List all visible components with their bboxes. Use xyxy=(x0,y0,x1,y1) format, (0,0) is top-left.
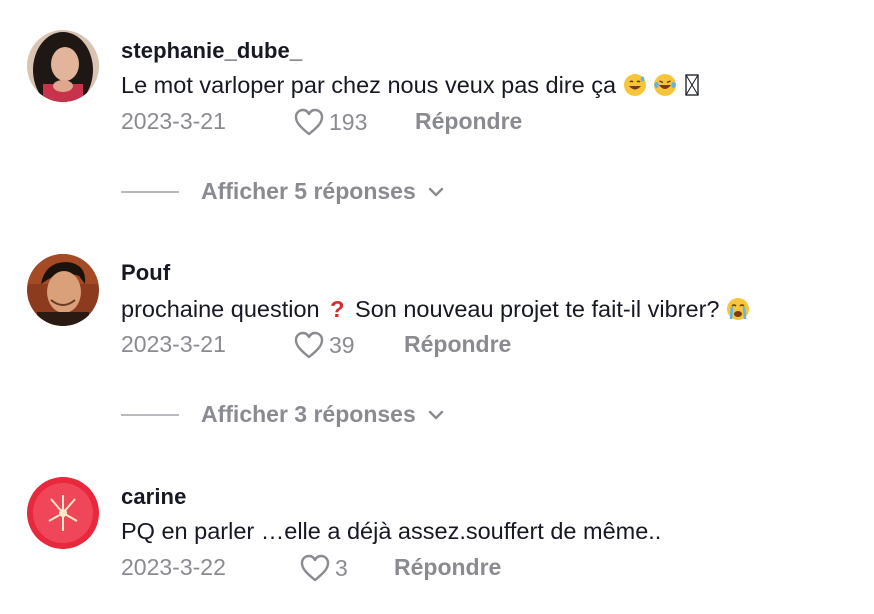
comment-username[interactable]: carine xyxy=(121,484,186,510)
like-count: 39 xyxy=(329,331,355,358)
comment-username[interactable]: Pouf xyxy=(121,260,170,286)
view-replies-button[interactable]: Afficher 5 réponses xyxy=(121,178,446,205)
like-count: 193 xyxy=(329,108,368,135)
avatar[interactable] xyxy=(27,254,99,326)
red-question-mark-emoji: ? xyxy=(330,296,345,322)
chevron-down-icon xyxy=(428,410,443,419)
view-replies-label: Afficher 5 réponses xyxy=(201,178,416,204)
like-count: 3 xyxy=(335,554,348,581)
avatar[interactable] xyxy=(27,477,99,549)
comment-text: prochaine question ? Son nouveau projet … xyxy=(121,296,750,323)
crying-face-emoji xyxy=(719,296,750,322)
comment-date: 2023-3-21 xyxy=(121,331,226,357)
divider xyxy=(121,190,179,193)
heart-icon xyxy=(294,331,324,359)
reply-button[interactable]: Répondre xyxy=(394,554,501,581)
avatar[interactable] xyxy=(27,30,99,102)
reply-button[interactable]: Répondre xyxy=(415,108,522,135)
like-button[interactable]: 193 xyxy=(293,107,367,137)
missing-glyph-box xyxy=(684,72,700,98)
grinning-sweat-emoji xyxy=(623,72,654,98)
like-button[interactable]: 3 xyxy=(299,553,348,583)
comment-text-before: prochaine question xyxy=(121,296,320,322)
chevron-down-icon xyxy=(428,187,443,196)
reply-button[interactable]: Répondre xyxy=(404,331,511,358)
comment-date: 2023-3-22 xyxy=(121,554,226,580)
comment-username[interactable]: stephanie_dube_ xyxy=(121,38,302,64)
comment-text: Le mot varloper par chez nous veux pas d… xyxy=(121,72,700,99)
like-button[interactable]: 39 xyxy=(293,330,355,360)
divider xyxy=(121,413,179,416)
comment-text: PQ en parler …elle a déjà assez.souffert… xyxy=(121,518,662,544)
tears-of-joy-emoji xyxy=(653,72,684,98)
heart-icon xyxy=(294,108,324,136)
view-replies-label: Afficher 3 réponses xyxy=(201,401,416,427)
comment-text-body: Le mot varloper par chez nous veux pas d… xyxy=(121,72,617,98)
comment-text-after: Son nouveau projet te fait-il vibrer? xyxy=(355,296,720,322)
comment-date: 2023-3-21 xyxy=(121,108,226,134)
heart-icon xyxy=(300,554,330,582)
view-replies-button[interactable]: Afficher 3 réponses xyxy=(121,401,446,428)
